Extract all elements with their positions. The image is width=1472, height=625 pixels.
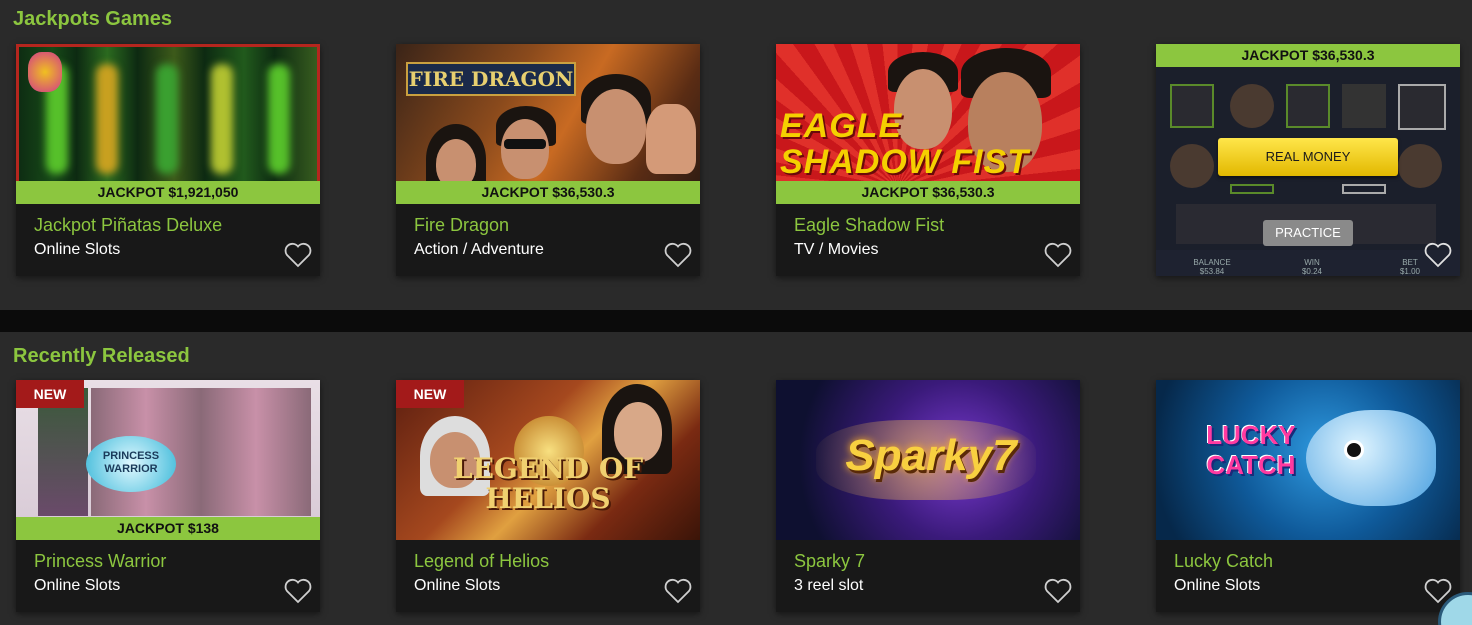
game-thumbnail[interactable]: EAGLE SHADOW FIST — [776, 44, 1080, 204]
reel-symbol — [1286, 84, 1330, 128]
reel-symbol — [1398, 144, 1442, 188]
game-logo-text: FIRE DRAGON — [406, 62, 576, 96]
game-thumbnail[interactable]: Sparky7 — [776, 380, 1080, 540]
practice-button[interactable]: PRACTICE — [1263, 220, 1353, 246]
jackpot-amount: JACKPOT $138 — [16, 517, 320, 540]
game-card-jackpot-pinatas-deluxe[interactable]: JACKPOT $1,921,050 Jackpot Piñatas Delux… — [16, 44, 320, 276]
game-category: TV / Movies — [794, 241, 879, 258]
favorite-heart-icon[interactable] — [664, 578, 692, 604]
favorite-heart-icon[interactable] — [284, 242, 312, 268]
game-thumbnail[interactable]: FIRE DRAGON — [396, 44, 700, 204]
favorite-heart-icon[interactable] — [1044, 578, 1072, 604]
stat-value: $0.24 — [1301, 267, 1323, 276]
reel-symbol — [1398, 84, 1446, 130]
reel-symbol — [1342, 184, 1386, 194]
reel-symbol — [1170, 84, 1214, 128]
favorite-heart-icon[interactable] — [1424, 242, 1452, 268]
game-title[interactable]: Sparky 7 — [794, 551, 865, 572]
game-category: 3 reel slot — [794, 577, 864, 594]
game-title[interactable]: Eagle Shadow Fist — [794, 215, 944, 236]
favorite-heart-icon[interactable] — [284, 578, 312, 604]
game-category: Online Slots — [1174, 577, 1261, 594]
reel-symbol — [1170, 144, 1214, 188]
stat-value: $1.00 — [1399, 267, 1421, 276]
reel-symbol — [1230, 84, 1274, 128]
section-title: Recently Released — [13, 345, 190, 367]
stat-label: WIN — [1304, 258, 1320, 267]
game-title[interactable]: Lucky Catch — [1174, 551, 1273, 572]
character-face — [586, 89, 646, 164]
real-money-button[interactable]: REAL MONEY — [1218, 138, 1398, 176]
recently-released-section: Recently Released PRINCESS WARRIOR NEW J… — [0, 332, 1472, 625]
jackpot-amount: JACKPOT $1,921,050 — [16, 181, 320, 204]
game-card-lucky-catch[interactable]: LUCKY CATCH Lucky Catch Online Slots — [1156, 380, 1460, 612]
reel-glow — [211, 64, 233, 174]
game-card-eagle-shadow-fist[interactable]: EAGLE SHADOW FIST JACKPOT $36,530.3 Eagl… — [776, 44, 1080, 276]
game-card-legend-of-helios[interactable]: LEGEND OF HELIOS NEW Legend of Helios On… — [396, 380, 700, 612]
section-title: Jackpots Games — [13, 8, 172, 30]
game-category: Online Slots — [34, 241, 121, 258]
game-logo-text: PRINCESS WARRIOR — [86, 436, 176, 492]
game-thumbnail[interactable] — [16, 44, 320, 204]
jackpots-section: Jackpots Games JACKPOT $1,921,050 Jackpo… — [0, 0, 1472, 310]
win-stat: WIN $0.24 — [1282, 258, 1342, 276]
jackpot-amount: JACKPOT $36,530.3 — [396, 181, 700, 204]
game-title[interactable]: Princess Warrior — [34, 551, 166, 572]
jackpot-amount: JACKPOT $36,530.3 — [776, 181, 1080, 204]
game-card-princess-warrior[interactable]: PRINCESS WARRIOR NEW JACKPOT $138 Prince… — [16, 380, 320, 612]
game-logo-text: Sparky7 — [845, 431, 1017, 480]
stat-value: $53.84 — [1199, 267, 1225, 276]
reel-glow — [268, 64, 290, 174]
game-card-fire-dragon[interactable]: FIRE DRAGON JACKPOT $36,530.3 Fire Drago… — [396, 44, 700, 276]
game-logo-text: LUCKY CATCH — [1206, 420, 1296, 480]
pinata-icon — [28, 52, 62, 92]
reel-symbol — [1342, 84, 1386, 128]
game-logo-text: LEGEND OF HELIOS — [452, 452, 644, 515]
game-title[interactable]: Fire Dragon — [414, 215, 509, 236]
new-badge: NEW — [16, 380, 84, 408]
game-category: Action / Adventure — [414, 241, 544, 258]
stat-label: BALANCE — [1193, 258, 1231, 267]
game-category: Online Slots — [414, 577, 501, 594]
favorite-heart-icon[interactable] — [664, 242, 692, 268]
game-category: Online Slots — [34, 577, 121, 594]
character-face — [501, 119, 549, 179]
sunglasses — [504, 139, 546, 149]
game-title[interactable]: Jackpot Piñatas Deluxe — [34, 215, 222, 236]
new-badge: NEW — [396, 380, 464, 408]
reel-glow — [156, 64, 178, 174]
character-hand — [646, 104, 696, 174]
section-divider — [0, 310, 1472, 332]
game-card-hovered[interactable]: JACKPOT $36,530.3 REAL MONEY PRACTICE BA… — [1156, 44, 1460, 276]
favorite-heart-icon[interactable] — [1044, 242, 1072, 268]
jackpot-amount: JACKPOT $36,530.3 — [1156, 44, 1460, 67]
reel-glow — [96, 64, 118, 174]
game-logo-text: EAGLE SHADOW FIST — [780, 107, 1029, 181]
reel-symbol — [1230, 184, 1274, 194]
balance-stat: BALANCE $53.84 — [1182, 258, 1242, 276]
fish-eye — [1344, 440, 1364, 460]
game-thumbnail[interactable]: LUCKY CATCH — [1156, 380, 1460, 540]
game-title[interactable]: Legend of Helios — [414, 551, 549, 572]
game-card-sparky-7[interactable]: Sparky7 Sparky 7 3 reel slot — [776, 380, 1080, 612]
